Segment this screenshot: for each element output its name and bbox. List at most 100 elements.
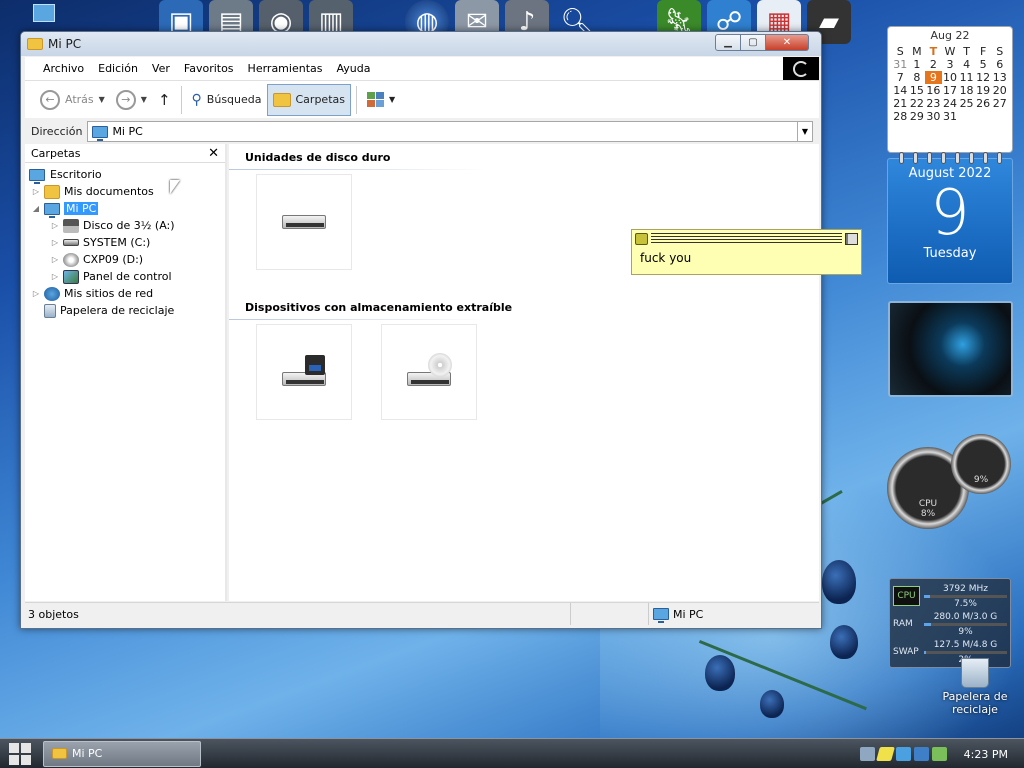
folders-button[interactable]: Carpetas: [266, 83, 351, 116]
calendar-day[interactable]: 11: [958, 71, 975, 84]
network-tray-icon[interactable]: [895, 747, 911, 761]
calendar-day[interactable]: 5: [975, 58, 992, 71]
maximize-button[interactable]: ▢: [741, 34, 766, 51]
sticky-note-text[interactable]: fuck you: [632, 247, 861, 269]
clock[interactable]: 4:23 PM: [964, 748, 1008, 761]
expand-icon[interactable]: ▷: [31, 187, 41, 196]
address-dropdown-icon[interactable]: ▼: [797, 122, 812, 141]
calendar-day[interactable]: 23: [925, 97, 942, 110]
calendar-day[interactable]: 2: [925, 58, 942, 71]
calendar-day[interactable]: 31: [892, 58, 909, 71]
memory-gauge[interactable]: 9%: [951, 434, 1011, 494]
forward-arrow-icon: →: [115, 89, 136, 110]
collapse-icon[interactable]: ◢: [31, 204, 41, 213]
calendar-day[interactable]: 16: [925, 84, 942, 97]
forward-dropdown-icon[interactable]: ▼: [141, 95, 147, 104]
address-value: Mi PC: [112, 125, 143, 138]
calendar-day[interactable]: 20: [991, 84, 1008, 97]
drive-tile-floppy[interactable]: [256, 324, 352, 420]
calendar-day[interactable]: 15: [909, 84, 926, 97]
menu-ayuda[interactable]: Ayuda: [329, 62, 377, 75]
binder-rings: [888, 152, 1012, 164]
weekday: W: [944, 45, 956, 58]
calendar-day[interactable]: 22: [909, 97, 926, 110]
calendar-day[interactable]: 28: [892, 110, 909, 123]
tree-item-cxp09-d[interactable]: ▷ CXP09 (D:): [25, 251, 225, 268]
note-tray-icon[interactable]: [875, 747, 895, 761]
tree-item-floppy[interactable]: ▷ Disco de 3½ (A:): [25, 217, 225, 234]
search-button[interactable]: ⚲ Búsqueda: [187, 84, 267, 116]
calendar-day[interactable]: 13: [991, 71, 1008, 84]
cpu-gauge-value: 8%: [920, 509, 936, 519]
calendar-day[interactable]: 21: [892, 97, 909, 110]
sticky-note[interactable]: fuck you: [631, 229, 862, 275]
close-pane-icon[interactable]: ✕: [208, 146, 219, 161]
calendar-day[interactable]: 1: [909, 58, 926, 71]
calendar-day[interactable]: 4: [958, 58, 975, 71]
calendar-day[interactable]: 29: [909, 110, 926, 123]
calendar-day[interactable]: 27: [991, 97, 1008, 110]
note-icon[interactable]: [635, 232, 648, 245]
calendar-day[interactable]: 30: [925, 110, 942, 123]
status-bar: 3 objetos Mi PC: [25, 602, 819, 625]
slideshow-gadget[interactable]: [888, 301, 1013, 397]
tree-item-papelera[interactable]: Papelera de reciclaje: [25, 302, 225, 319]
expand-icon[interactable]: ▷: [31, 289, 41, 298]
tree-item-escritorio[interactable]: Escritorio: [25, 166, 225, 184]
calendar-day[interactable]: 26: [975, 97, 992, 110]
menu-edicion[interactable]: Edición: [91, 62, 145, 75]
desktop-recycle-bin[interactable]: Papelera de reciclaje: [940, 658, 1010, 716]
views-button[interactable]: ▼: [362, 84, 400, 116]
date-gadget[interactable]: August 2022 9 Tuesday: [887, 152, 1013, 284]
folder-icon: [272, 92, 291, 107]
calendar-day-today[interactable]: 9: [925, 71, 942, 84]
drive-tile-system-c[interactable]: [256, 174, 352, 270]
back-dropdown-icon[interactable]: ▼: [99, 95, 105, 104]
menu-archivo[interactable]: Archivo: [36, 62, 91, 75]
sticky-note-bar[interactable]: [632, 230, 861, 247]
expand-icon[interactable]: ▷: [50, 255, 60, 264]
calendar-day[interactable]: 31: [942, 110, 959, 123]
swap-usage-fill: [924, 650, 926, 654]
calendar-day[interactable]: 8: [909, 71, 926, 84]
tree-item-system-c[interactable]: ▷ SYSTEM (C:): [25, 234, 225, 251]
minimize-button[interactable]: ▁: [715, 34, 741, 51]
display-tray-icon[interactable]: [859, 747, 875, 761]
address-field[interactable]: Mi PC ▼: [87, 121, 813, 142]
close-button[interactable]: ✕: [766, 34, 809, 51]
expand-icon[interactable]: ▷: [50, 221, 60, 230]
up-button[interactable]: ↑: [153, 84, 176, 116]
tree-item-panel-de-control[interactable]: ▷ Panel de control: [25, 268, 225, 285]
monitor-tray-icon[interactable]: [913, 747, 929, 761]
drive-tile-cd[interactable]: [381, 324, 477, 420]
expand-icon[interactable]: ▷: [50, 272, 60, 281]
menu-favoritos[interactable]: Favoritos: [177, 62, 241, 75]
calendar-day[interactable]: 3: [942, 58, 959, 71]
calendar-day[interactable]: 19: [975, 84, 992, 97]
start-button[interactable]: [0, 739, 40, 768]
tree-item-mis-sitios-de-red[interactable]: ▷ Mis sitios de red: [25, 285, 225, 302]
tree-item-mi-pc[interactable]: ◢ Mi PC: [25, 200, 225, 218]
forward-button[interactable]: →: [111, 84, 141, 116]
title-bar[interactable]: Mi PC ▁ ▢ ✕: [21, 32, 821, 56]
tree-item-mis-documentos[interactable]: ▷ Mis documentos: [25, 183, 225, 200]
calendar-day[interactable]: 24: [942, 97, 959, 110]
trash-icon[interactable]: [845, 232, 858, 245]
calendar-day[interactable]: 14: [892, 84, 909, 97]
calendar-day[interactable]: 25: [958, 97, 975, 110]
calendar-day[interactable]: 17: [942, 84, 959, 97]
calendar-month-header[interactable]: Aug 22: [892, 29, 1008, 45]
back-button[interactable]: ← Atrás: [35, 84, 99, 116]
menu-ver[interactable]: Ver: [145, 62, 177, 75]
calendar-day[interactable]: 7: [892, 71, 909, 84]
desktop-computer-icon[interactable]: [33, 4, 55, 22]
calendar-day[interactable]: 6: [991, 58, 1008, 71]
calendar-day[interactable]: 12: [975, 71, 992, 84]
note-drag-handle[interactable]: [651, 232, 842, 245]
taskbar-item-mi-pc[interactable]: Mi PC: [43, 740, 201, 767]
expand-icon[interactable]: ▷: [50, 238, 60, 247]
menu-herramientas[interactable]: Herramientas: [241, 62, 330, 75]
calendar-day[interactable]: 10: [942, 71, 959, 84]
calendar-day[interactable]: 18: [958, 84, 975, 97]
update-tray-icon[interactable]: [931, 747, 947, 761]
